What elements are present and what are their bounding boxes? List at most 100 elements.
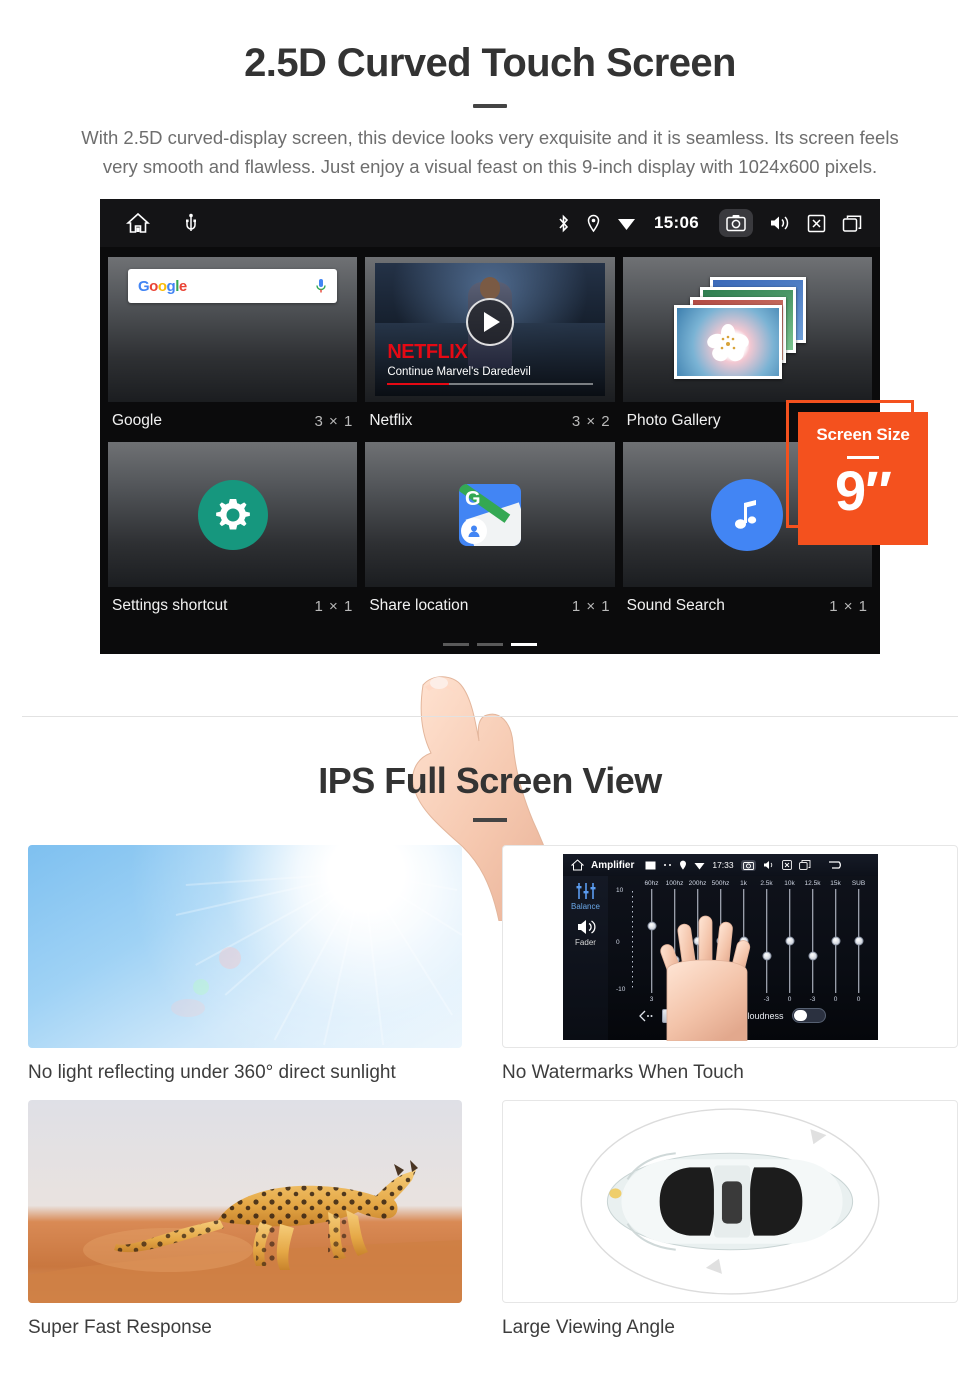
sunny-sky-photo [28, 845, 462, 1048]
netflix-subtitle: Continue Marvel's Daredevil [387, 366, 531, 379]
eq-band-label: 10k [784, 880, 795, 887]
widget-card-netflix[interactable]: NETFLIX Continue Marvel's Daredevil Netf… [365, 257, 615, 442]
eq-slider[interactable] [824, 887, 847, 995]
photo-gallery-widget [622, 257, 872, 403]
amp-sidebar: Balance Fader [563, 876, 608, 1040]
person-icon [460, 517, 487, 544]
eq-band-label: 15k [830, 880, 841, 887]
search-input[interactable]: Google [128, 269, 338, 304]
feature-caption: No Watermarks When Touch [502, 1062, 744, 1083]
volume-icon[interactable] [763, 860, 775, 870]
eq-slider[interactable] [801, 887, 824, 995]
page-dot-1[interactable] [443, 643, 469, 647]
feature-grid: No light reflecting under 360° direct su… [0, 845, 980, 1355]
screen-size-badge: Screen Size 9″ [798, 412, 928, 546]
close-icon[interactable] [781, 860, 792, 870]
eq-band-labels: 60hz 100hz 200hz 500hz 1k 2.5k 10k 12.5k 15k SUB [612, 880, 872, 887]
widget-name: Google [112, 412, 162, 430]
amp-title: Amplifier [591, 859, 635, 871]
section-divider [22, 716, 958, 717]
eq-band-label: SUB [851, 880, 866, 887]
car-top-view-diagram [502, 1100, 958, 1303]
amp-sidebar-balance[interactable]: Balance [571, 902, 600, 911]
section2-underline [0, 818, 980, 822]
product-detail-page: 2.5D Curved Touch Screen With 2.5D curve… [0, 0, 980, 1394]
eq-slider[interactable] [778, 887, 801, 995]
page-dot-2[interactable] [477, 643, 503, 647]
recents-icon[interactable] [798, 860, 811, 870]
page-indicator[interactable] [100, 643, 880, 647]
usb-icon[interactable] [184, 213, 198, 233]
blossom-photo [707, 323, 750, 361]
eq-slider[interactable] [847, 887, 870, 995]
google-search-widget: Google [108, 257, 358, 403]
widget-card-google[interactable]: Google Google 3 × 1 [108, 257, 358, 442]
feature-card-fast-response: Super Fast Response [0, 1100, 490, 1355]
page-dot-3[interactable] [511, 643, 537, 647]
feature-row-2: Super Fast Response Large Viewing Angle [0, 1100, 980, 1355]
widget-name: Sound Search [626, 597, 725, 615]
gear-icon [197, 479, 268, 550]
feature-caption: Super Fast Response [28, 1317, 212, 1338]
eq-band-label: 200hz [688, 880, 707, 887]
status-bar: 15:06 [100, 199, 880, 248]
more-icon[interactable] [663, 863, 672, 867]
title-underline [473, 104, 507, 108]
eq-band-label: 1k [740, 880, 747, 887]
location-icon[interactable] [586, 214, 601, 233]
location-icon[interactable] [679, 860, 687, 870]
screen-size-value: 9″ [835, 459, 892, 523]
equalizer-icon[interactable] [575, 882, 597, 900]
eq-band-value: 0 [787, 996, 792, 1003]
open-hand-illustration [660, 915, 751, 1041]
widget-row-1: Google Google 3 × 1 NETFLIX Continue Mar… [108, 257, 872, 442]
home-icon[interactable] [126, 212, 150, 234]
widget-row-2: Settings shortcut 1 × 1 G Share location… [108, 442, 872, 627]
google-logo: Google [138, 277, 187, 295]
widget-card-share-location[interactable]: G Share location 1 × 1 [365, 442, 615, 627]
feature-card-no-watermarks: Amplifier 17:33 Balance Fader 60hz 100hz… [490, 845, 980, 1100]
progress-bar [387, 382, 593, 386]
widget-size: 1 × 1 [314, 597, 354, 615]
netflix-brand: NETFLIX [387, 341, 468, 364]
android-widget-picker-screen: 15:06 Google Google 3 × 1 NETFLIX Contin… [100, 199, 880, 655]
widget-card-settings-shortcut[interactable]: Settings shortcut 1 × 1 [108, 442, 358, 627]
bluetooth-icon[interactable] [557, 214, 570, 233]
device-showcase: 15:06 Google Google 3 × 1 NETFLIX Contin… [0, 199, 980, 922]
recents-icon[interactable] [842, 214, 864, 233]
back-icon[interactable] [828, 860, 844, 870]
camera-icon[interactable] [740, 859, 756, 871]
wifi-icon[interactable] [617, 215, 636, 231]
close-icon[interactable] [807, 214, 826, 233]
prev-preset-icon[interactable] [638, 1010, 654, 1022]
eq-band-value: 0 [833, 996, 838, 1003]
section1-description: With 2.5D curved-display screen, this de… [81, 127, 899, 177]
eq-band-label: 12.5k [804, 880, 821, 887]
feature-caption: Large Viewing Angle [502, 1317, 675, 1338]
wifi-icon[interactable] [694, 861, 705, 870]
feature-card-viewing-angle: Large Viewing Angle [490, 1100, 980, 1355]
netflix-widget: NETFLIX Continue Marvel's Daredevil [365, 257, 615, 403]
microphone-icon[interactable] [315, 278, 327, 295]
play-icon[interactable] [465, 297, 514, 346]
maps-icon: G [458, 483, 521, 546]
eq-band-value: -3 [809, 996, 816, 1003]
screen-size-label: Screen Size [816, 425, 910, 445]
volume-icon[interactable] [769, 214, 791, 232]
amp-sidebar-fader[interactable]: Fader [575, 938, 596, 947]
music-note-icon [711, 478, 784, 551]
loudness-toggle[interactable] [791, 1008, 826, 1023]
widget-size: 3 × 1 [314, 412, 354, 430]
widget-grid: Google Google 3 × 1 NETFLIX Continue Mar… [100, 247, 880, 627]
running-cheetah-photo [28, 1100, 462, 1303]
camera-icon[interactable] [719, 209, 753, 238]
eq-axis: 10 0 -10 [616, 887, 640, 995]
eq-band-label: 60hz [644, 880, 659, 887]
share-location-widget: G [365, 442, 615, 588]
home-icon[interactable] [571, 859, 584, 871]
widget-size: 1 × 1 [571, 597, 611, 615]
eq-band-value: 0 [856, 996, 861, 1003]
fader-speaker-icon[interactable] [575, 918, 597, 936]
gallery-icon[interactable] [645, 861, 656, 870]
eq-band-label: 2.5k [760, 880, 773, 887]
